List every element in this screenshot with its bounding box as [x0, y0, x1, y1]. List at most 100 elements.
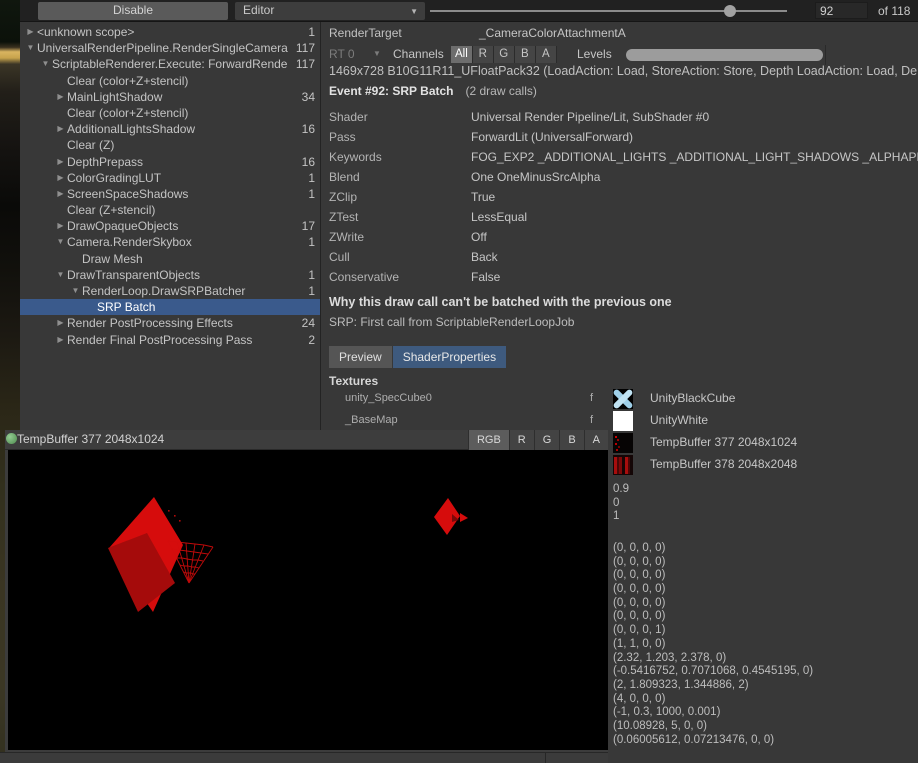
property-value: Off [471, 227, 487, 247]
preview-channel-button[interactable]: G [534, 430, 560, 450]
batch-break-title: Why this draw call can't be batched with… [329, 295, 672, 309]
tree-row-count: 1 [308, 234, 315, 250]
texture-thumbnail[interactable] [613, 433, 633, 453]
buffer-info-text: 1469x728 B10G11R11_UFloatPack32 (LoadAct… [329, 64, 917, 78]
detail-tab[interactable]: Preview [329, 346, 392, 368]
channel-button[interactable]: R [473, 46, 494, 63]
channel-button[interactable]: All [451, 46, 473, 63]
tree-row[interactable]: Clear (color+Z+stencil) [20, 73, 320, 89]
tree-row[interactable]: Clear (color+Z+stencil) [20, 105, 320, 121]
frame-total-label: of 118 [878, 4, 910, 18]
tree-row-arrow-icon[interactable]: ▼ [54, 267, 67, 283]
tree-row-arrow-icon[interactable]: ▶ [54, 154, 67, 170]
frame-number-input[interactable] [815, 2, 868, 19]
tree-row-count: 1 [308, 267, 315, 283]
texture-asset-name[interactable]: TempBuffer 378 2048x2048 [650, 457, 797, 471]
tree-row-label: Clear (Z+stencil) [67, 202, 311, 218]
tree-row[interactable]: SRP Batch [20, 299, 320, 315]
vector-value: (2.32, 1.203, 2.378, 0) [613, 652, 813, 666]
property-label: Keywords [321, 147, 471, 167]
detail-tabs: PreviewShaderProperties [329, 346, 507, 368]
channel-button[interactable]: B [515, 46, 536, 63]
editor-dropdown[interactable]: Editor ▼ [235, 2, 425, 20]
property-value: FOG_EXP2 _ADDITIONAL_LIGHTS _ADDITIONAL_… [471, 147, 918, 167]
property-row: Conservative False [321, 267, 918, 287]
tree-row[interactable]: ▼ DrawTransparentObjects 1 [20, 267, 320, 283]
tree-row-arrow-icon[interactable]: ▶ [54, 186, 67, 202]
texture-preview-canvas[interactable] [8, 450, 608, 750]
levels-slider[interactable] [626, 49, 823, 61]
tree-row-label: Clear (color+Z+stencil) [67, 73, 311, 89]
tree-row-arrow-icon[interactable]: ▶ [24, 24, 37, 40]
preview-channel-button[interactable]: A [584, 430, 608, 450]
batch-break-reason: SRP: First call from ScriptableRenderLoo… [329, 315, 574, 329]
event-title: Event #92: SRP Batch [329, 84, 454, 98]
tree-row[interactable]: ▼ ScriptableRenderer.Execute: ForwardRen… [20, 56, 320, 72]
tree-row[interactable]: ▼ Camera.RenderSkybox 1 [20, 234, 320, 250]
tree-row[interactable]: ▶ ColorGradingLUT 1 [20, 170, 320, 186]
texture-row: _BaseMap f UnityWhite [321, 410, 918, 432]
tree-row[interactable]: ▶ ScreenSpaceShadows 1 [20, 186, 320, 202]
texture-thumbnail[interactable] [613, 455, 633, 475]
tree-row[interactable]: ▼ UniversalRenderPipeline.RenderSingleCa… [20, 40, 320, 56]
detail-tab[interactable]: ShaderProperties [393, 346, 506, 368]
tree-row[interactable]: Clear (Z) [20, 137, 320, 153]
texture-asset-name[interactable]: UnityWhite [650, 413, 708, 427]
tree-row-arrow-icon[interactable]: ▼ [39, 56, 52, 72]
render-target-row: RenderTarget _CameraColorAttachmentA [329, 26, 909, 40]
preview-channel-button[interactable]: RGB [468, 430, 509, 450]
tree-row-label: UniversalRenderPipeline.RenderSingleCame… [37, 40, 292, 56]
tree-row[interactable]: ▶ DepthPrepass 16 [20, 154, 320, 170]
tree-row[interactable]: Draw Mesh [20, 251, 320, 267]
tree-row-arrow-icon[interactable]: ▼ [24, 40, 37, 56]
tree-row-arrow-icon[interactable]: ▶ [54, 315, 67, 331]
frame-debugger-window: Disable Editor ▼ of 118 ▶ <unknown scope… [0, 0, 918, 763]
texture-row: unity_SpecCube0 f UnityBlackCube [321, 388, 918, 410]
property-row: Blend One OneMinusSrcAlpha [321, 167, 918, 187]
tree-row-arrow-icon[interactable]: ▶ [54, 332, 67, 348]
event-draw-calls: (2 draw calls) [466, 84, 537, 98]
texture-asset-name[interactable]: TempBuffer 377 2048x1024 [650, 435, 797, 449]
tree-row-label: SRP Batch [97, 299, 311, 315]
channel-button[interactable]: G [494, 46, 515, 63]
vector-value: (0, 0, 0, 1) [613, 624, 813, 638]
tree-row-arrow-icon[interactable]: ▶ [54, 218, 67, 234]
tree-row-arrow-icon[interactable]: ▼ [54, 234, 67, 250]
tree-row-count: 1 [308, 283, 315, 299]
vector-value: (0, 0, 0, 0) [613, 610, 813, 624]
texture-thumbnail[interactable] [613, 389, 633, 409]
channel-button[interactable]: A [536, 46, 557, 63]
tree-row-arrow-icon[interactable]: ▶ [54, 170, 67, 186]
chevron-down-icon: ▼ [410, 3, 418, 20]
vector-value: (0, 0, 0, 0) [613, 542, 813, 556]
property-label: Blend [321, 167, 471, 187]
shader-state-properties: Shader Universal Render Pipeline/Lit, Su… [321, 107, 918, 287]
tree-row-arrow-icon[interactable]: ▶ [54, 121, 67, 137]
disable-button[interactable]: Disable [38, 2, 228, 20]
property-row: Pass ForwardLit (UniversalForward) [321, 127, 918, 147]
tree-row[interactable]: Clear (Z+stencil) [20, 202, 320, 218]
texture-asset-name[interactable]: UnityBlackCube [650, 391, 735, 405]
frame-slider-handle[interactable] [724, 5, 736, 17]
preview-channel-button[interactable]: R [509, 430, 534, 450]
tree-row-label: Clear (Z) [67, 137, 311, 153]
channels-label: Channels [393, 47, 444, 61]
tree-row-count: 1 [308, 24, 315, 40]
texture-thumbnail[interactable] [613, 411, 633, 431]
tree-row[interactable]: ▶ AdditionalLightsShadow 16 [20, 121, 320, 137]
rt-index-dropdown[interactable]: RT 0 [329, 47, 355, 61]
tree-row-count: 1 [308, 170, 315, 186]
tree-row[interactable]: ▶ DrawOpaqueObjects 17 [20, 218, 320, 234]
tree-row-label: ScreenSpaceShadows [67, 186, 304, 202]
tree-row[interactable]: ▶ MainLightShadow 34 [20, 89, 320, 105]
tree-row-count: 16 [302, 154, 315, 170]
vector-value: (-1, 0.3, 1000, 0.001) [613, 706, 813, 720]
tree-row-arrow-icon[interactable]: ▶ [54, 89, 67, 105]
tree-row[interactable]: ▶ <unknown scope> 1 [20, 24, 320, 40]
preview-channel-button[interactable]: B [559, 430, 583, 450]
tree-row[interactable]: ▼ RenderLoop.DrawSRPBatcher 1 [20, 283, 320, 299]
tree-row[interactable]: ▶ Render PostProcessing Effects 24 [20, 315, 320, 331]
tree-row-count: 34 [302, 89, 315, 105]
tree-row-arrow-icon[interactable]: ▼ [69, 283, 82, 299]
tree-row[interactable]: ▶ Render Final PostProcessing Pass 2 [20, 332, 320, 348]
